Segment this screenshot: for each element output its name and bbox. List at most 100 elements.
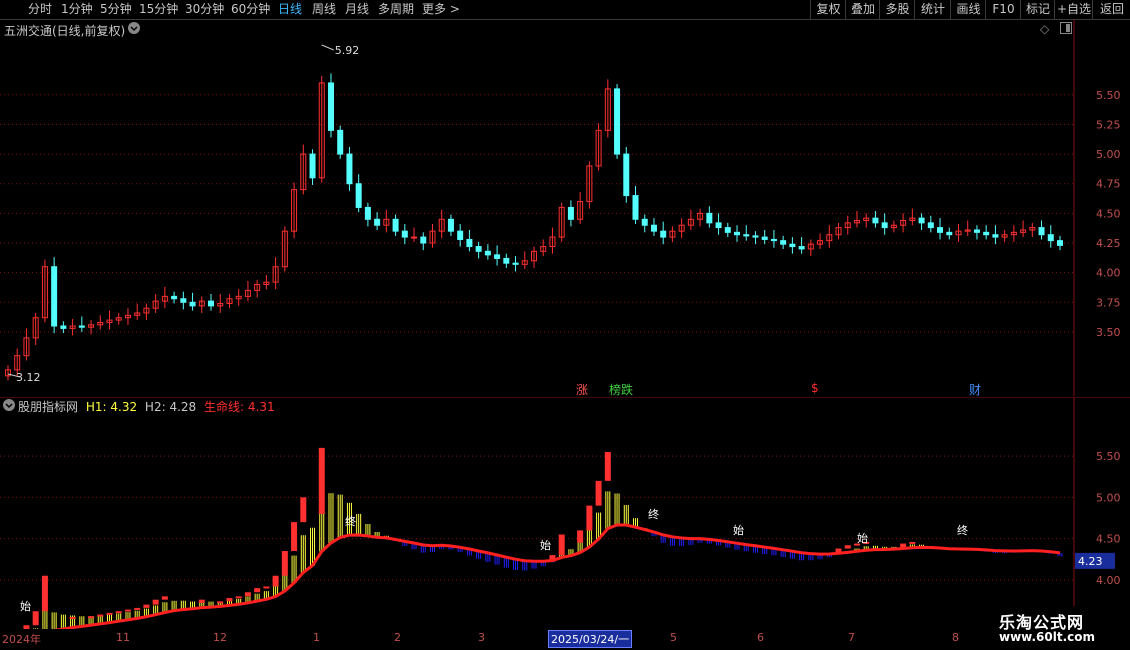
candle-body: [208, 300, 215, 307]
indicator-tick-label: 4.50: [1096, 533, 1121, 546]
diamond-icon[interactable]: ◇: [1040, 22, 1049, 36]
candle-body: [337, 129, 344, 155]
period-tab-0[interactable]: 分时: [28, 2, 52, 17]
signal-marker: 始: [540, 538, 551, 552]
event-marker-list-fall[interactable]: 榜跌: [609, 381, 633, 398]
toolbar-action-5[interactable]: F10: [985, 0, 1021, 19]
candle-body: [420, 236, 427, 244]
date-label: 12: [213, 631, 227, 644]
candle-body: [327, 82, 334, 131]
period-toolbar: 分时 1分钟 5分钟 15分钟 30分钟 60分钟 日线 周线 月线 多周期 更多 > 复权 叠加 多股…: [0, 0, 1130, 20]
indicator-rise-bar: [134, 607, 141, 610]
signal-marker: 始: [20, 599, 31, 613]
toolbar-action-0[interactable]: 复权: [810, 0, 846, 19]
toolbar-action-8[interactable]: 返回: [1092, 0, 1130, 19]
candle-body: [494, 254, 501, 259]
date-label: 7: [848, 631, 855, 644]
period-tab-6[interactable]: 日线: [278, 2, 302, 17]
candle-body: [411, 236, 418, 239]
price-tick-label: 3.50: [1096, 326, 1121, 339]
indicator-rise-bar: [69, 617, 76, 619]
candle-body: [743, 234, 750, 237]
chart-title: 五洲交通(日线,前复权): [4, 24, 126, 38]
price-tick-label: 4.25: [1096, 237, 1121, 250]
candle-body: [60, 325, 67, 329]
date-label: 3: [478, 631, 485, 644]
toolbar-action-4[interactable]: 画线: [950, 0, 986, 19]
toolbar-action-6[interactable]: 标记: [1020, 0, 1055, 19]
indicator-rise-bar: [41, 575, 48, 612]
indicator-rise-bar: [198, 599, 205, 603]
candle-body: [447, 218, 454, 232]
candle-body: [503, 257, 510, 264]
indicator-rise-bar: [291, 522, 298, 551]
low-price-label: 3.12: [16, 371, 41, 384]
date-label: 2024年: [2, 633, 41, 646]
candle-body: [346, 153, 353, 185]
candle-body: [512, 262, 519, 265]
candle-body: [798, 246, 805, 250]
period-tab-3[interactable]: 15分钟: [139, 2, 178, 17]
indicator-rise-bar: [300, 497, 307, 523]
date-label: 1: [313, 631, 320, 644]
toolbar-action-3[interactable]: 统计: [914, 0, 951, 19]
period-tab-8[interactable]: 月线: [345, 2, 369, 17]
h2-value: 4.28: [169, 400, 197, 414]
candle-body: [761, 236, 768, 240]
title-dropdown-icon[interactable]: [127, 21, 141, 38]
signal-marker: 始: [733, 523, 744, 537]
period-tab-7[interactable]: 周线: [312, 2, 336, 17]
period-tab-1[interactable]: 1分钟: [61, 2, 93, 17]
event-marker-finance[interactable]: 财: [969, 381, 981, 398]
candle-body: [466, 238, 473, 248]
indicator-rise-bar: [23, 625, 30, 629]
signal-marker: 终: [957, 523, 968, 537]
candle-body: [51, 266, 58, 327]
period-tab-10[interactable]: 更多 >: [422, 2, 460, 17]
candle-body: [872, 217, 879, 224]
period-tab-9[interactable]: 多周期: [378, 2, 414, 17]
candle-body: [392, 218, 399, 232]
price-chart[interactable]: 5.50 5.25 5.00 4.75 4.50 4.25 4.00 3.75 3.50 5.92…: [0, 20, 1130, 396]
candle-body: [623, 153, 630, 197]
candle-body: [78, 325, 85, 328]
event-marker-dollar[interactable]: $: [811, 381, 819, 395]
signal-marker: 终: [345, 514, 356, 528]
candle-body: [715, 222, 722, 229]
indicator-chart[interactable]: 5.505.004.504.004.23始终始终始始终: [0, 397, 1130, 629]
price-tick-label: 4.75: [1096, 178, 1121, 191]
candle-body: [484, 250, 491, 256]
candle-body: [927, 222, 934, 229]
event-marker-rise[interactable]: 涨: [576, 381, 588, 398]
toolbar-action-7[interactable]: +自选: [1054, 0, 1093, 19]
price-tick-label: 4.00: [1096, 267, 1121, 280]
high-marker-line: [321, 44, 334, 51]
indicator-rise-bar: [124, 609, 131, 612]
period-tab-5[interactable]: 60分钟: [231, 2, 270, 17]
indicator-rise-bar: [254, 588, 261, 593]
indicator-dropdown-icon[interactable]: [2, 398, 16, 415]
candle-body: [780, 240, 787, 245]
candle-body: [937, 227, 944, 233]
candle-body: [992, 234, 999, 238]
period-tab-4[interactable]: 30分钟: [185, 2, 224, 17]
toolbar-action-2[interactable]: 多股: [879, 0, 915, 19]
life-line: [53, 523, 1061, 629]
price-tick-label: 3.75: [1096, 296, 1121, 309]
indicator-name: 股朋指标网: [18, 400, 79, 414]
candle-body: [1057, 240, 1063, 246]
date-label: 11: [116, 631, 130, 644]
indicator-rise-bar: [909, 541, 916, 544]
indicator-rise-bar: [595, 480, 602, 506]
candle-body: [632, 195, 639, 220]
candle-body: [189, 301, 196, 307]
date-label: 2: [394, 631, 401, 644]
candle-body: [983, 231, 990, 236]
toolbar-action-1[interactable]: 叠加: [845, 0, 880, 19]
candle-body: [614, 88, 621, 155]
period-tab-2[interactable]: 5分钟: [100, 2, 132, 17]
candle-body: [364, 206, 371, 220]
h2-label: H2:: [144, 400, 166, 414]
indicator-legend: 股朋指标网 H1: 4.32 H2: 4.28 生命线: 4.31: [18, 398, 275, 415]
panel-toggle-icon[interactable]: [1060, 22, 1072, 37]
